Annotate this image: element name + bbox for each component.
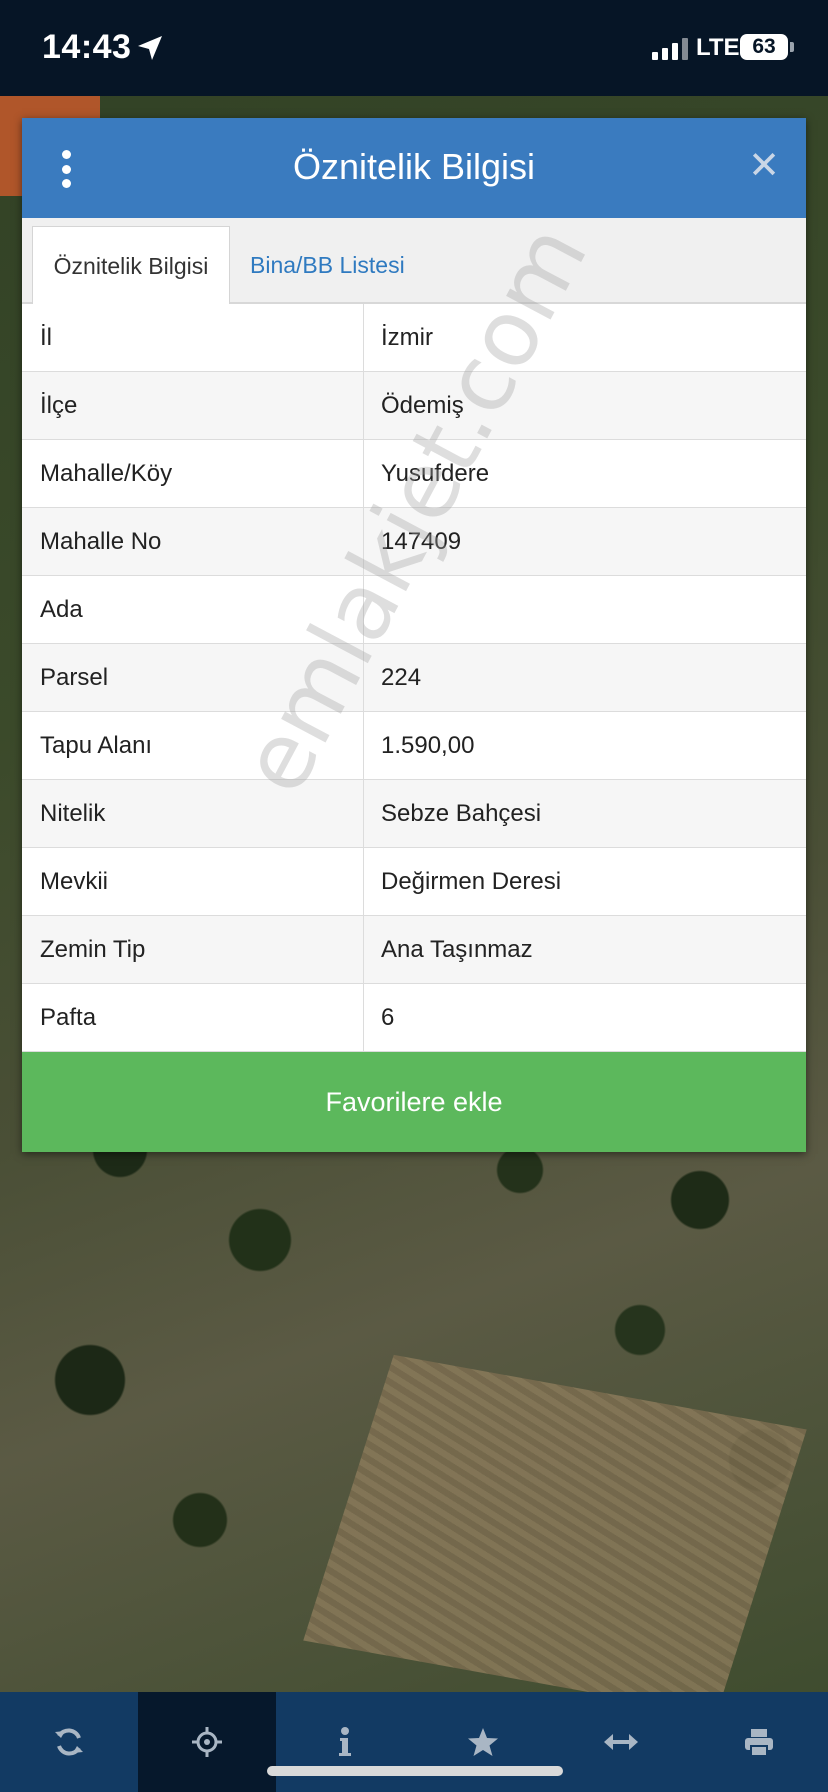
table-row: Tapu Alanı 1.590,00: [22, 712, 806, 780]
table-row: Nitelik Sebze Bahçesi: [22, 780, 806, 848]
table-row: Mahalle/Köy Yusufdere: [22, 440, 806, 508]
attribute-key: Ada: [22, 576, 364, 643]
table-row: İl İzmir: [22, 304, 806, 372]
table-row: Pafta 6: [22, 984, 806, 1052]
status-time: 14:43: [42, 28, 132, 66]
attribute-value: Sebze Bahçesi: [381, 800, 542, 827]
table-row: Mahalle No 147409: [22, 508, 806, 576]
attribute-value: 224: [381, 664, 422, 691]
status-bar: 14:43 LTE 63: [0, 0, 828, 96]
info-button[interactable]: [276, 1692, 414, 1792]
tab-bar: Öznitelik Bilgisi Bina/BB Listesi: [22, 218, 806, 305]
attribute-key: Tapu Alanı: [22, 712, 364, 779]
attribute-key: Mahalle No: [22, 508, 364, 575]
table-row: Parsel 224: [22, 644, 806, 712]
attribute-value: Ana Taşınmaz: [381, 936, 533, 963]
table-row: Mevkii Değirmen Deresi: [22, 848, 806, 916]
favorites-button[interactable]: [414, 1692, 552, 1792]
signal-strength-icon: [652, 36, 688, 60]
print-icon: [745, 1729, 773, 1757]
crosshair-icon: [192, 1727, 222, 1757]
add-favorite-button[interactable]: Favorilere ekle: [22, 1052, 806, 1152]
tab-attribute-info[interactable]: Öznitelik Bilgisi: [32, 226, 230, 305]
attribute-value: 1.590,00: [381, 732, 475, 759]
attribute-key: Nitelik: [22, 780, 364, 847]
refresh-icon: [55, 1728, 83, 1756]
attribute-value: 147409: [381, 528, 462, 555]
attribute-key: Mevkii: [22, 848, 364, 915]
dialog-title: Öznitelik Bilgisi: [292, 146, 536, 187]
attribute-key: Zemin Tip: [22, 916, 364, 983]
table-row: Zemin Tip Ana Taşınmaz: [22, 916, 806, 984]
bottom-toolbar: [0, 1692, 828, 1792]
star-icon: [468, 1728, 498, 1756]
info-icon: [339, 1727, 351, 1756]
attribute-table: İl İzmir İlçe Ödemiş Mahalle/Köy Yusufdere Mah…: [22, 304, 806, 1052]
table-row: Ada: [22, 576, 806, 644]
attribute-key: İlçe: [22, 372, 364, 439]
attribute-key: İl: [22, 304, 364, 371]
tab-building-list[interactable]: Bina/BB Listesi: [250, 226, 405, 304]
location-arrow-icon: [138, 36, 162, 60]
attribute-value: Değirmen Deresi: [381, 868, 562, 895]
dialog-header: Öznitelik Bilgisi ✕: [22, 118, 806, 218]
battery-nub: [790, 42, 794, 52]
print-button[interactable]: [690, 1692, 828, 1792]
attribute-dialog: Öznitelik Bilgisi ✕ Öznitelik Bilgisi Bi…: [22, 118, 806, 1152]
attribute-value: [364, 576, 806, 643]
battery-icon: 63: [740, 34, 788, 60]
locate-button[interactable]: [138, 1692, 276, 1792]
measure-button[interactable]: [552, 1692, 690, 1792]
attribute-value: İzmir: [381, 324, 433, 351]
refresh-button[interactable]: [0, 1692, 138, 1792]
attribute-value: Ödemiş: [381, 392, 464, 419]
attribute-value: Yusufdere: [381, 460, 490, 487]
home-indicator[interactable]: [267, 1766, 563, 1776]
measure-icon: [604, 1734, 638, 1750]
close-icon[interactable]: ✕: [748, 146, 780, 186]
attribute-key: Mahalle/Köy: [22, 440, 364, 507]
network-type: LTE: [696, 34, 740, 61]
attribute-key: Pafta: [22, 984, 364, 1051]
table-row: İlçe Ödemiş: [22, 372, 806, 440]
attribute-value: 6: [381, 1004, 395, 1031]
attribute-key: Parsel: [22, 644, 364, 711]
